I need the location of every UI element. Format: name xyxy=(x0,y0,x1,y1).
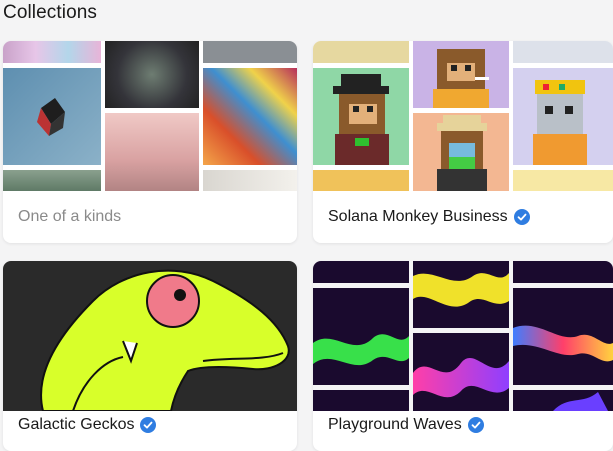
collection-art-monkeys xyxy=(313,41,613,191)
wave-tile xyxy=(513,288,613,385)
collection-name: Galactic Geckos xyxy=(18,416,135,433)
art-tile xyxy=(3,170,101,191)
art-tile xyxy=(203,68,297,165)
art-tile xyxy=(203,170,297,191)
verified-badge-icon xyxy=(513,209,530,225)
collection-art-waves xyxy=(313,261,613,411)
collection-art-gecko xyxy=(3,261,297,411)
art-tile xyxy=(105,113,199,191)
wave-tile xyxy=(313,288,409,385)
wave-tile xyxy=(513,261,613,283)
wave-tile xyxy=(513,390,613,411)
monkey-tile xyxy=(513,68,613,165)
collection-card-one-of-a-kinds[interactable]: One of a kinds xyxy=(3,41,297,243)
monkey-tile xyxy=(313,170,409,191)
section-title: Collections xyxy=(3,2,98,23)
gecko-illustration xyxy=(40,269,290,411)
monkey-tile xyxy=(513,41,613,63)
wave-tile xyxy=(413,261,509,328)
collection-caption: Solana Monkey Business xyxy=(328,191,530,243)
art-tile xyxy=(203,41,297,63)
collection-name: One of a kinds xyxy=(18,208,122,225)
collection-name: Solana Monkey Business xyxy=(328,208,508,225)
art-tile xyxy=(3,41,101,63)
collection-card-galactic-geckos[interactable]: Galactic Geckos xyxy=(3,261,297,451)
monkey-tile xyxy=(313,68,409,165)
collection-caption: One of a kinds xyxy=(18,191,121,243)
collection-art-collage xyxy=(3,41,297,191)
collection-name: Playground Waves xyxy=(328,416,462,433)
monkey-tile xyxy=(513,170,613,191)
collection-caption: Playground Waves xyxy=(328,399,484,451)
wave-tile xyxy=(313,261,409,283)
collection-caption: Galactic Geckos xyxy=(18,399,157,451)
monkey-tile xyxy=(413,113,509,191)
verified-badge-icon xyxy=(467,417,484,433)
art-tile xyxy=(105,41,199,108)
verified-badge-icon xyxy=(140,417,157,433)
monkey-tile xyxy=(413,41,509,108)
collection-card-solana-monkey-business[interactable]: Solana Monkey Business xyxy=(313,41,613,243)
monkey-tile xyxy=(313,41,409,63)
art-tile xyxy=(3,68,101,165)
collection-card-playground-waves[interactable]: Playground Waves xyxy=(313,261,613,451)
